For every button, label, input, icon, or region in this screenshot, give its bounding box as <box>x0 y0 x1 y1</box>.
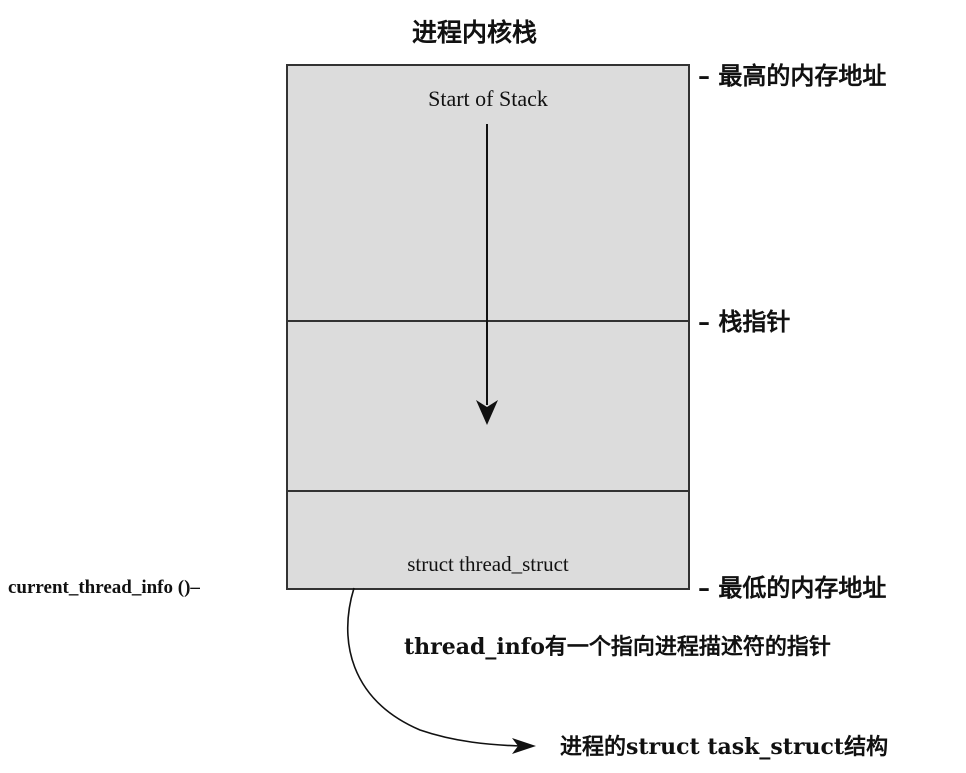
task-struct-label: 进程的struct task_struct结构 <box>560 734 889 760</box>
kernel-stack-box: Start of Stack struct thread_struct <box>286 64 690 590</box>
start-of-stack-label: Start of Stack <box>428 86 548 111</box>
task-struct-pointer-arrow <box>347 587 536 754</box>
thread-info-divider <box>288 490 688 492</box>
diagram-title: 进程内核栈 <box>412 18 538 47</box>
stack-pointer-label: – 栈指针 <box>698 307 791 336</box>
current-thread-info-label: current_thread_info ()– <box>8 577 200 598</box>
pointer-note-label: thread_info有一个指向进程描述符的指针 <box>404 634 831 660</box>
lowest-address-label: – 最低的内存地址 <box>698 573 887 602</box>
highest-address-label: – 最高的内存地址 <box>698 61 887 90</box>
stack-pointer-divider <box>288 320 688 322</box>
thread-struct-label: struct thread_struct <box>407 552 569 576</box>
